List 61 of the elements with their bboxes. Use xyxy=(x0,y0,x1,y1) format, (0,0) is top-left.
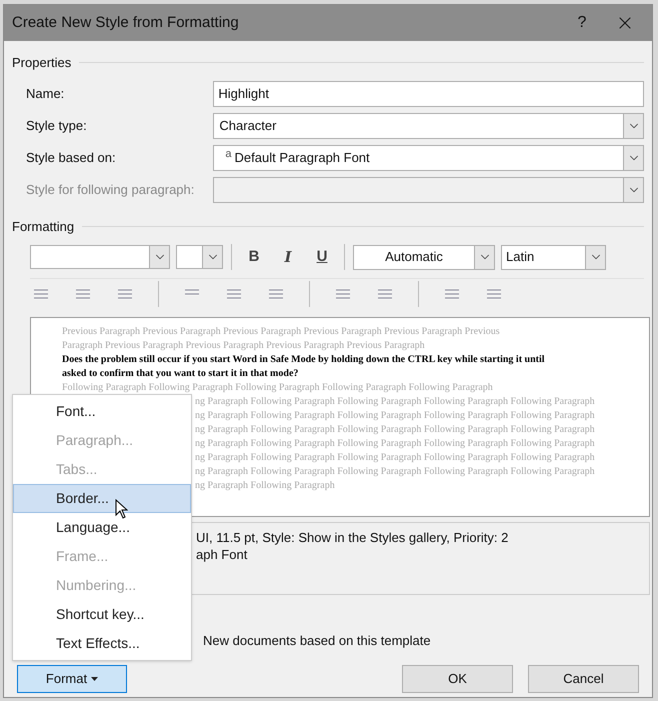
preview-line: ng Paragraph Following Paragraph Following Paragraph Following Paragraph Following Paragraph xyxy=(195,409,595,423)
menu-item[interactable]: Border... xyxy=(13,484,191,513)
dropdown-button[interactable] xyxy=(474,246,494,268)
section-heading: Properties xyxy=(12,54,72,72)
decrease-indent-icon[interactable] xyxy=(443,287,461,301)
field-label: Style based on: xyxy=(26,148,117,167)
dropdown-button[interactable] xyxy=(623,114,643,138)
script-dropdown[interactable]: Latin xyxy=(501,244,606,270)
dropdown-button[interactable] xyxy=(202,246,222,268)
field-value: Character xyxy=(219,116,276,135)
bold-button[interactable]: B xyxy=(240,246,268,268)
align-left-icon[interactable] xyxy=(32,287,50,301)
preview-line: Previous Paragraph Previous Paragraph Previous Paragraph Previous Paragraph Previous Paragraph Previous xyxy=(62,325,500,339)
menu-item[interactable]: Font... xyxy=(13,397,191,426)
preview-line: ng Paragraph Following Paragraph Following Paragraph Following Paragraph Following Paragraph xyxy=(195,451,595,465)
italic-button[interactable]: I xyxy=(274,246,302,268)
section-heading: Formatting xyxy=(12,218,74,236)
description-text: UI, 11.5 pt, Style: Show in the Styles gallery, Priority: 2 xyxy=(196,529,508,546)
option-label[interactable]: New documents based on this template xyxy=(203,631,431,650)
menu-item[interactable]: Language... xyxy=(13,513,191,542)
preview-line: Following Paragraph Following Paragraph Following Paragraph Following Paragraph Following Paragraph xyxy=(62,381,493,395)
underline-button[interactable]: U xyxy=(308,246,336,268)
dropdown-button[interactable] xyxy=(585,246,605,268)
field-label: Name: xyxy=(26,84,66,103)
preview-line: ng Paragraph Following Paragraph Following Paragraph Following Paragraph Following Paragraph xyxy=(195,465,595,479)
color-dropdown[interactable]: Automatic xyxy=(353,244,495,270)
field-label: Style type: xyxy=(26,116,88,135)
format-button[interactable]: Format xyxy=(17,664,127,692)
paragraph-spacing-icon[interactable] xyxy=(376,287,394,301)
increase-indent-icon[interactable] xyxy=(485,287,503,301)
menu-item[interactable]: Shortcut key... xyxy=(13,600,191,629)
dialog-button[interactable]: OK xyxy=(402,664,513,692)
field-label: Style for following paragraph: xyxy=(26,180,196,199)
description-text: aph Font xyxy=(196,546,248,563)
dropdown-button[interactable] xyxy=(623,146,643,170)
dropdown-button[interactable] xyxy=(149,246,169,268)
line-spacing-icon[interactable] xyxy=(334,287,352,301)
preview-line: ng Paragraph Following Paragraph xyxy=(195,479,335,493)
font-dropdown[interactable] xyxy=(30,245,170,269)
caret-icon xyxy=(91,676,98,680)
dropdown-field[interactable]: a Default Paragraph Font xyxy=(213,144,644,170)
help-button[interactable]: ? xyxy=(562,8,602,38)
justify-lines-icon[interactable] xyxy=(267,287,285,301)
menu-item[interactable]: Text Effects... xyxy=(13,629,191,658)
preview-line: ng Paragraph Following Paragraph Following Paragraph Following Paragraph Following Paragraph xyxy=(195,395,595,409)
name-field[interactable]: Highlight xyxy=(213,80,644,106)
preview-sample-line: Does the problem still occur if you start Word in Safe Mode by holding down the CTRL key while starting it until xyxy=(62,353,545,367)
align-center-icon[interactable] xyxy=(74,287,92,301)
cursor-icon xyxy=(115,499,128,519)
align-right-icon[interactable] xyxy=(116,287,134,301)
field-value: Default Paragraph Font xyxy=(234,148,370,167)
preview-line: Paragraph Previous Paragraph Previous Paragraph Previous Paragraph Previous Paragraph xyxy=(62,339,425,353)
preview-sample-line: asked to confirm that you want to start it in that mode? xyxy=(62,367,298,381)
style-marker: a xyxy=(225,147,232,162)
dropdown-field[interactable]: Character xyxy=(213,112,644,138)
preview-line: ng Paragraph Following Paragraph Following Paragraph Following Paragraph Following Paragraph xyxy=(195,437,595,451)
distribute-icon[interactable] xyxy=(225,287,243,301)
size-dropdown[interactable] xyxy=(176,245,223,269)
dialog-button[interactable]: Cancel xyxy=(528,664,639,692)
preview-line: ng Paragraph Following Paragraph Following Paragraph Following Paragraph Following Paragraph xyxy=(195,423,595,437)
window-title: Create New Style from Formatting xyxy=(12,12,240,33)
